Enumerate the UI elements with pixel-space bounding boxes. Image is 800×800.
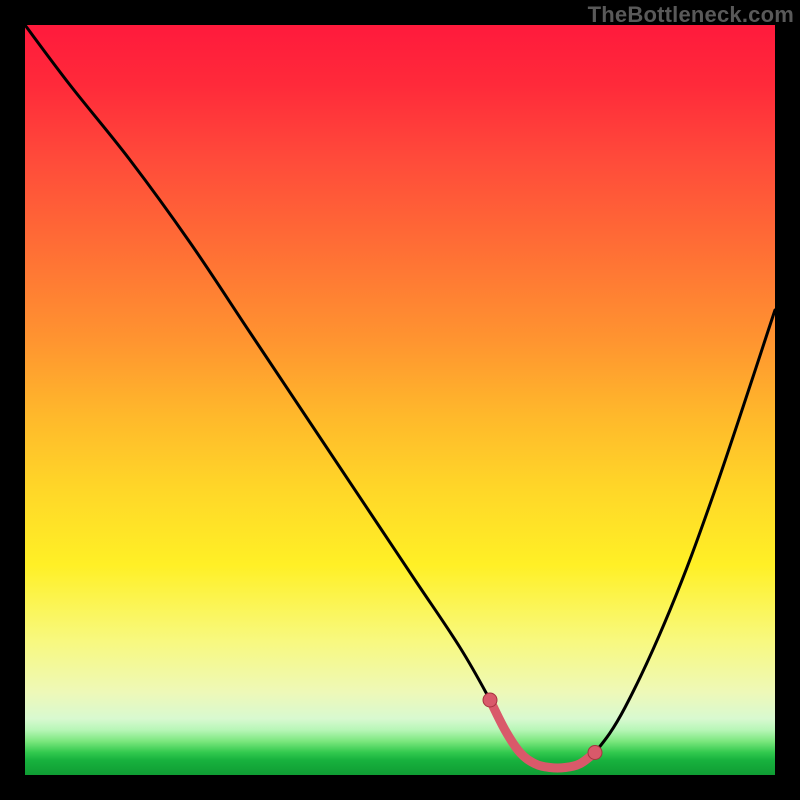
watermark: TheBottleneck.com <box>588 2 794 28</box>
plot-area <box>25 25 775 775</box>
curve-layer <box>25 25 775 775</box>
bottleneck-curve <box>25 25 775 768</box>
marker-end-dot <box>588 746 602 760</box>
marker-start-dot <box>483 693 497 707</box>
chart-frame: TheBottleneck.com <box>0 0 800 800</box>
marker-group <box>483 693 602 768</box>
marker-connector <box>490 700 595 768</box>
